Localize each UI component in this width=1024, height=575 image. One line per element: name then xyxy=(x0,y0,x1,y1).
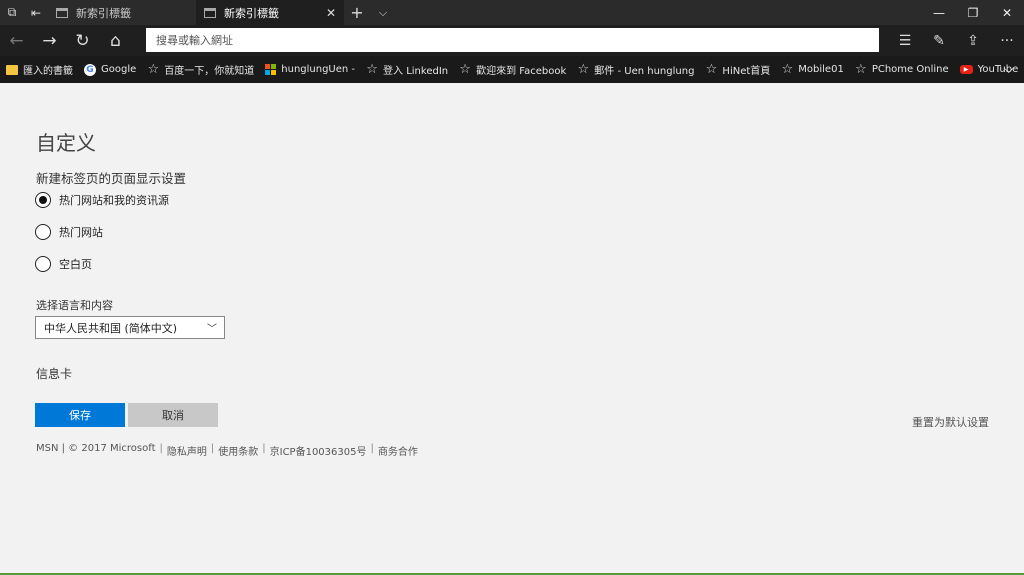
star-icon: ☆ xyxy=(147,62,160,77)
tab-preview-icon[interactable]: ⧉ xyxy=(0,0,24,25)
navigation-bar: ← → ↻ ⌂ 搜尋或輸入網址 ☰ ✎ ⇪ ··· xyxy=(0,25,1024,56)
favorite-item[interactable]: ☆ 登入 LinkedIn xyxy=(366,62,448,77)
chevron-down-icon: ﹀ xyxy=(207,324,217,335)
favorite-item[interactable]: 匯入的書籤 xyxy=(6,62,73,77)
favorite-label: 匯入的書籤 xyxy=(23,66,73,77)
window-controls: — ❐ ✕ xyxy=(922,0,1024,25)
radio-button[interactable] xyxy=(35,256,51,272)
favorite-item[interactable]: ☆ 百度一下，你就知道 xyxy=(147,62,254,77)
cancel-button[interactable]: 取消 xyxy=(128,403,218,427)
favorite-item[interactable]: ☆ Mobile01 xyxy=(781,62,844,77)
star-icon: ☆ xyxy=(577,62,590,77)
radio-option-blank-page[interactable]: 空白页 xyxy=(35,256,92,272)
favorite-item[interactable]: G Google xyxy=(84,63,137,76)
favorite-item[interactable]: ☆ 歡迎來到 Facebook xyxy=(459,62,566,77)
favorite-label: PChome Online xyxy=(871,64,949,75)
radio-label: 热门网站和我的资讯源 xyxy=(59,194,169,207)
favorite-label: Mobile01 xyxy=(798,64,844,75)
page-title: 自定义 xyxy=(36,131,96,155)
microsoft-icon xyxy=(265,64,277,75)
youtube-icon: ▶ xyxy=(959,65,973,74)
favorite-label: 郵件 - Uen hunglung xyxy=(594,66,695,77)
star-icon: ☆ xyxy=(459,62,471,77)
settings-panel: 自定义 新建标签页的页面显示设置 热门网站和我的资讯源 热门网站 空白页 选择语… xyxy=(0,83,1024,575)
star-icon: ☆ xyxy=(705,62,718,77)
nav-toolbar: ☰ ✎ ⇪ ··· xyxy=(888,25,1024,56)
copyright: MSN | © 2017 Microsoft xyxy=(36,443,156,454)
restore-icon[interactable]: ❐ xyxy=(956,0,990,25)
language-select[interactable]: 中华人民共和国 (简体中文) ﹀ xyxy=(35,316,225,339)
favorite-label: Google xyxy=(101,64,137,75)
favorite-item[interactable]: ☆ PChome Online xyxy=(854,62,949,77)
back-icon[interactable]: ← xyxy=(0,25,33,56)
google-icon: G xyxy=(84,63,96,76)
radio-button[interactable] xyxy=(35,224,51,240)
star-icon: ☆ xyxy=(366,62,378,77)
tab-2[interactable]: 新索引標籤 ✕ xyxy=(196,0,344,25)
set-tabs-aside-icon[interactable]: ⇤ xyxy=(24,0,48,25)
address-placeholder: 搜尋或輸入網址 xyxy=(156,34,233,47)
share-icon[interactable]: ⇪ xyxy=(956,25,990,56)
refresh-icon[interactable]: ↻ xyxy=(66,25,99,56)
star-icon: ☆ xyxy=(781,62,794,77)
favorites-overflow-chevron-icon[interactable]: ⌵ xyxy=(1003,61,1014,77)
new-tab-icon[interactable]: + xyxy=(344,0,370,25)
page-icon xyxy=(56,7,68,18)
favorite-label: hunglungUen - xyxy=(281,64,356,75)
radio-label: 热门网站 xyxy=(59,226,103,239)
save-button[interactable]: 保存 xyxy=(35,403,125,427)
chevron-down-icon[interactable]: ⌵ xyxy=(370,0,396,25)
folder-icon xyxy=(6,64,18,75)
tab-title: 新索引標籤 xyxy=(224,6,279,20)
radio-button[interactable] xyxy=(35,192,51,208)
page-icon xyxy=(204,7,216,18)
star-icon: ☆ xyxy=(854,62,867,77)
favorites-bar: 匯入的書籤 G Google ☆ 百度一下，你就知道 hunglungUen -… xyxy=(0,56,1024,83)
section-label: 新建标签页的页面显示设置 xyxy=(36,171,187,186)
tab-title: 新索引標籤 xyxy=(76,6,131,20)
footer: MSN | © 2017 Microsoft | 隐私声明 | 使用条款 | 京… xyxy=(36,443,418,458)
close-window-icon[interactable]: ✕ xyxy=(990,0,1024,25)
favorite-item[interactable]: ☆ 郵件 - Uen hunglung xyxy=(577,62,694,77)
terms-link[interactable]: 使用条款 xyxy=(218,443,258,458)
web-note-icon[interactable]: ✎ xyxy=(922,25,956,56)
favorite-item[interactable]: hunglungUen - xyxy=(265,64,355,75)
language-value: 中华人民共和国 (简体中文) xyxy=(44,321,178,335)
favorite-label: 登入 LinkedIn xyxy=(383,66,449,77)
close-tab-icon[interactable]: ✕ xyxy=(326,6,336,20)
favorite-label: 歡迎來到 Facebook xyxy=(476,66,567,77)
minimize-icon[interactable]: — xyxy=(922,0,956,25)
tab-1[interactable]: 新索引標籤 xyxy=(48,0,196,25)
title-bar: ⧉ ⇤ 新索引標籤 新索引標籤 ✕ + ⌵ — ❐ ✕ xyxy=(0,0,1024,25)
reset-defaults-link[interactable]: 重置为默认设置 xyxy=(912,414,989,430)
favorite-label: HiNet首頁 xyxy=(722,66,771,77)
privacy-link[interactable]: 隐私声明 xyxy=(167,443,207,458)
home-icon[interactable]: ⌂ xyxy=(99,25,132,56)
favorite-item[interactable]: ☆ HiNet首頁 xyxy=(705,62,771,77)
favorite-label: 百度一下，你就知道 xyxy=(164,66,255,77)
radio-option-top-sites[interactable]: 热门网站 xyxy=(35,224,103,240)
radio-label: 空白页 xyxy=(59,258,92,271)
icp-link[interactable]: 京ICP备10036305号 xyxy=(270,443,367,458)
address-bar[interactable]: 搜尋或輸入網址 xyxy=(146,28,879,52)
radio-option-top-sites-feed[interactable]: 热门网站和我的资讯源 xyxy=(35,192,169,208)
more-icon[interactable]: ··· xyxy=(990,25,1024,56)
forward-icon[interactable]: → xyxy=(33,25,66,56)
radio-selected-dot xyxy=(39,196,47,204)
info-card-heading: 信息卡 xyxy=(36,367,73,381)
language-label: 选择语言和内容 xyxy=(36,299,113,312)
business-link[interactable]: 商务合作 xyxy=(378,443,418,458)
hub-icon[interactable]: ☰ xyxy=(888,25,922,56)
